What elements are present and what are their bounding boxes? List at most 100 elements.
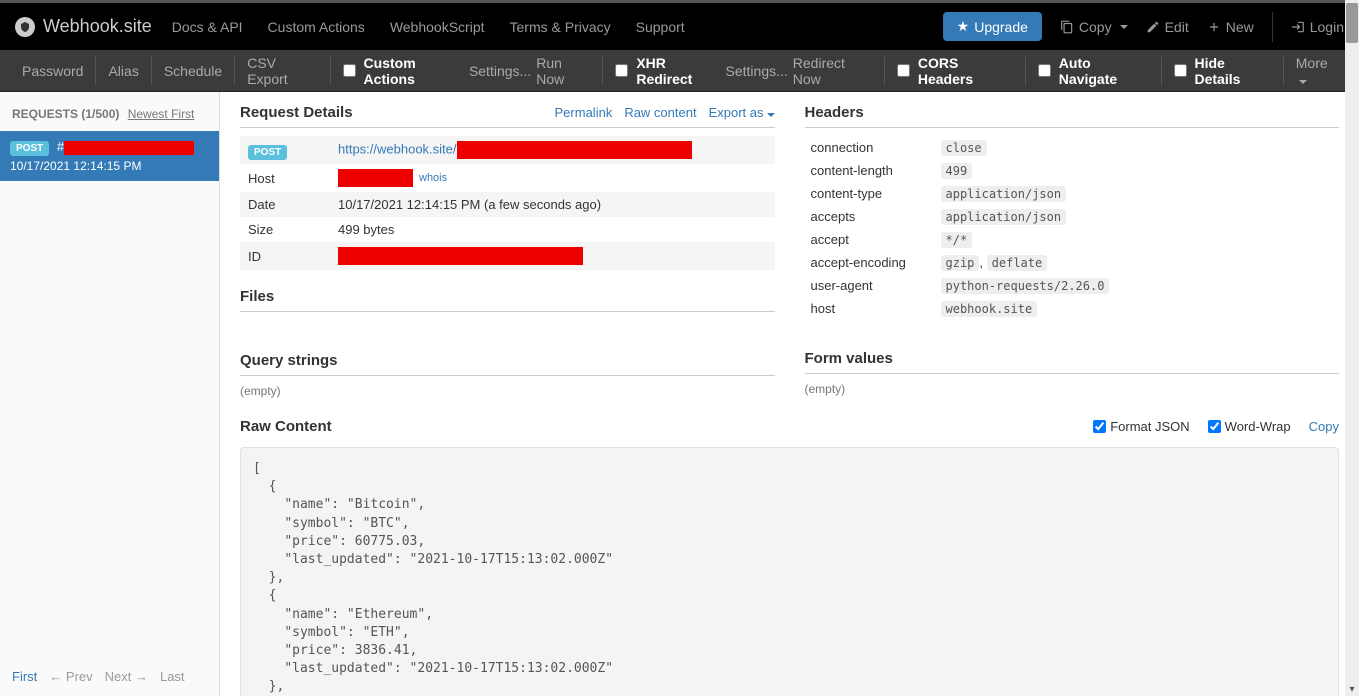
caret-icon (767, 113, 775, 117)
request-list-item[interactable]: POST # 10/17/2021 12:14:15 PM (0, 131, 219, 181)
cors-checkbox[interactable] (897, 64, 910, 77)
request-details-title: Request Details (240, 104, 353, 121)
page-next[interactable]: Next → (105, 669, 148, 684)
header-value: 499 (941, 163, 973, 179)
request-url[interactable]: https://webhook.site/ (338, 141, 457, 156)
header-value-cell: close (935, 136, 1340, 159)
login-button[interactable]: Login (1291, 19, 1344, 35)
page-first[interactable]: First (12, 669, 37, 684)
id-label: ID (240, 242, 330, 270)
xhr-checkbox[interactable] (615, 64, 628, 77)
date-label: Date (240, 192, 330, 217)
upgrade-button[interactable]: ★ Upgrade (943, 12, 1042, 41)
more-dropdown[interactable]: More (1296, 55, 1337, 87)
redirect-now[interactable]: Redirect Now (793, 55, 872, 87)
raw-content-header: Raw Content Format JSON Word-Wrap Copy (240, 418, 1339, 435)
nav-links: Docs & API Custom Actions WebhookScript … (172, 19, 685, 35)
copy-raw-link[interactable]: Copy (1309, 419, 1339, 434)
format-json-checkbox[interactable] (1093, 420, 1106, 433)
divider (240, 127, 775, 128)
header-value-cell: */* (935, 228, 1340, 251)
header-key: accepts (805, 205, 935, 228)
page-last[interactable]: Last (160, 669, 185, 684)
request-details-title-row: Request Details Permalink Raw content Ex… (240, 104, 775, 121)
request-id-redacted (64, 141, 194, 155)
header-value-cell: webhook.site (935, 297, 1340, 320)
nav-webhookscript[interactable]: WebhookScript (390, 19, 485, 35)
brand[interactable]: Webhook.site (15, 16, 152, 37)
brand-text: Webhook.site (43, 16, 152, 37)
query-empty: (empty) (240, 384, 775, 398)
word-wrap-toggle[interactable]: Word-Wrap (1208, 419, 1291, 434)
raw-content-link[interactable]: Raw content (624, 105, 696, 120)
toolbar-csv[interactable]: CSV Export (247, 55, 317, 87)
date-value: 10/17/2021 12:14:15 PM (a few seconds ag… (330, 192, 775, 217)
nav-terms[interactable]: Terms & Privacy (510, 19, 611, 35)
header-row: accept*/* (805, 228, 1340, 251)
nav-docs[interactable]: Docs & API (172, 19, 243, 35)
query-strings-title: Query strings (240, 352, 775, 369)
header-value-cell: 499 (935, 159, 1340, 182)
export-dropdown[interactable]: Export as (709, 105, 775, 120)
header-row: accept-encodinggzip, deflate (805, 251, 1340, 274)
format-json-label: Format JSON (1110, 419, 1189, 434)
header-value-cell: python-requests/2.26.0 (935, 274, 1340, 297)
header-row: connectionclose (805, 136, 1340, 159)
header-row: content-length499 (805, 159, 1340, 182)
form-values-title: Form values (805, 350, 1340, 367)
header-value: python-requests/2.26.0 (941, 278, 1110, 294)
request-time: 10/17/2021 12:14:15 PM (10, 159, 209, 173)
pencil-icon (1146, 20, 1160, 34)
new-button[interactable]: New (1207, 19, 1254, 35)
format-json-toggle[interactable]: Format JSON (1093, 419, 1189, 434)
form-empty: (empty) (805, 382, 1340, 396)
main-container: REQUESTS (1/500) Newest First POST # 10/… (0, 92, 1359, 696)
login-label: Login (1310, 19, 1344, 35)
brand-logo-icon (15, 17, 35, 37)
newest-first-link[interactable]: Newest First (128, 107, 195, 121)
raw-content-body: [ { "name": "Bitcoin", "symbol": "BTC", … (240, 447, 1339, 696)
nav-custom-actions[interactable]: Custom Actions (268, 19, 365, 35)
hidedetails-checkbox[interactable] (1174, 64, 1187, 77)
header-key: content-type (805, 182, 935, 205)
autonav-label: Auto Navigate (1059, 55, 1149, 87)
custom-actions-settings[interactable]: Settings... (469, 63, 531, 79)
toolbar-alias[interactable]: Alias (108, 63, 138, 79)
detail-row-id: ID (240, 242, 775, 270)
xhr-settings[interactable]: Settings... (726, 63, 788, 79)
toolbar-password[interactable]: Password (22, 63, 83, 79)
divider (240, 311, 775, 312)
header-row: hostwebhook.site (805, 297, 1340, 320)
page-prev[interactable]: ← Prev (49, 669, 92, 684)
run-now[interactable]: Run Now (536, 55, 590, 87)
toolbar-schedule[interactable]: Schedule (164, 63, 222, 79)
cors-label: CORS Headers (918, 55, 1013, 87)
scrollbar-thumb[interactable] (1346, 3, 1358, 43)
header-value-cell: application/json (935, 182, 1340, 205)
scrollbar-down-arrow[interactable]: ▾ (1345, 682, 1359, 696)
divider (805, 373, 1340, 374)
scrollbar[interactable]: ▾ (1345, 0, 1359, 696)
whois-link[interactable]: whois (419, 172, 447, 184)
permalink-link[interactable]: Permalink (555, 105, 613, 120)
request-details-table: POST https://webhook.site/ Host whois Da… (240, 136, 775, 270)
custom-actions-checkbox[interactable] (343, 64, 356, 77)
sidebar: REQUESTS (1/500) Newest First POST # 10/… (0, 92, 220, 696)
headers-title: Headers (805, 104, 1340, 121)
autonav-checkbox[interactable] (1038, 64, 1051, 77)
copy-dropdown[interactable]: Copy (1060, 19, 1128, 35)
nav-support[interactable]: Support (636, 19, 685, 35)
host-label: Host (240, 164, 330, 192)
header-value: webhook.site (941, 301, 1038, 317)
header-row: content-typeapplication/json (805, 182, 1340, 205)
edit-button[interactable]: Edit (1146, 19, 1189, 35)
sidebar-header: REQUESTS (1/500) Newest First (0, 92, 219, 131)
caret-icon (1120, 25, 1128, 29)
detail-row-date: Date 10/17/2021 12:14:15 PM (a few secon… (240, 192, 775, 217)
detail-row-size: Size 499 bytes (240, 217, 775, 242)
detail-row-url: POST https://webhook.site/ (240, 136, 775, 164)
clipboard-icon (1060, 20, 1074, 34)
request-details-col: Request Details Permalink Raw content Ex… (240, 104, 775, 398)
star-icon: ★ (957, 18, 970, 35)
word-wrap-checkbox[interactable] (1208, 420, 1221, 433)
